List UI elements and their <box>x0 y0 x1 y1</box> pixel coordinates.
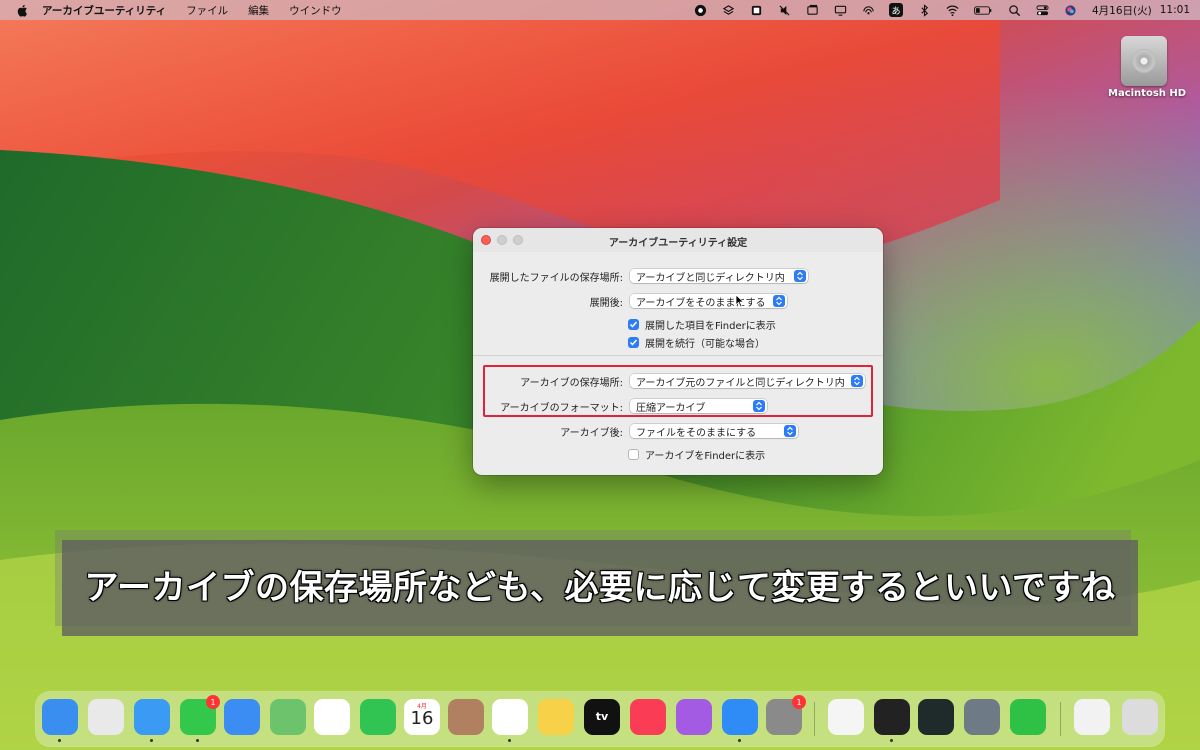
menubar-time[interactable]: 11:01 <box>1160 4 1190 16</box>
dock-contacts-icon[interactable] <box>448 699 484 735</box>
window-icon[interactable] <box>805 3 819 17</box>
dock-launchpad-icon[interactable] <box>88 699 124 735</box>
popup-stepper-icon <box>784 425 796 437</box>
after-expand-value: アーカイブをそのままにする <box>636 297 766 309</box>
mute-icon[interactable] <box>777 3 791 17</box>
running-indicator <box>508 739 511 742</box>
dock-activity-monitor-icon[interactable] <box>918 699 954 735</box>
running-indicator <box>58 739 61 742</box>
checkbox-checked-icon <box>628 319 639 330</box>
show-expanded-checkbox[interactable]: 展開した項目をFinderに表示 <box>628 317 776 332</box>
archive-location-value: アーカイブ元のファイルと同じディレクトリ内 <box>636 377 845 389</box>
popup-stepper-icon <box>851 375 863 387</box>
after-archive-popup[interactable]: ファイルをそのままにする <box>630 424 798 438</box>
after-expand-popup[interactable]: アーカイブをそのままにする <box>630 294 787 308</box>
show-archive-checkbox[interactable]: アーカイブをFinderに表示 <box>628 447 765 462</box>
dock-maps-icon[interactable] <box>270 699 306 735</box>
contacts-icon[interactable] <box>749 3 763 17</box>
after-archive-label: アーカイブ後: <box>560 428 623 439</box>
dock: 1 4月 16 tv 1 <box>36 692 1164 746</box>
archive-format-label: アーカイブのフォーマット: <box>500 403 623 414</box>
battery-icon[interactable] <box>973 3 993 17</box>
dock-mail-icon[interactable] <box>224 699 260 735</box>
dock-finder-icon[interactable] <box>42 699 78 735</box>
calendar-day: 16 <box>410 708 434 729</box>
archive-format-value: 圧縮アーカイブ <box>636 402 706 414</box>
app-menu[interactable]: アーカイブユーティリティ <box>42 3 166 18</box>
dock-messages-icon[interactable]: 1 <box>180 695 220 735</box>
menu-bar: アーカイブユーティリティ ファイル 編集 ウインドウ あ 4月16日(火) 11… <box>0 0 1200 20</box>
dock-document-icon[interactable] <box>1074 699 1110 735</box>
dock-textedit-icon[interactable] <box>828 699 864 735</box>
menu-file[interactable]: ファイル <box>186 3 228 18</box>
menubar-date[interactable]: 4月16日(火) <box>1092 3 1152 18</box>
record-icon[interactable] <box>693 3 707 17</box>
notification-badge: 1 <box>792 695 806 709</box>
running-indicator <box>738 739 741 742</box>
dock-podcasts-icon[interactable] <box>676 699 712 735</box>
dock-system-settings-icon[interactable]: 1 <box>766 695 806 735</box>
window-title: アーカイブユーティリティ設定 <box>608 238 748 249</box>
dock-facetime-icon[interactable] <box>360 699 396 735</box>
dock-separator <box>814 702 815 736</box>
display-icon[interactable] <box>833 3 847 17</box>
disk-label: Macintosh HD <box>1108 88 1187 99</box>
menu-edit[interactable]: 編集 <box>248 3 269 18</box>
popup-stepper-icon <box>794 270 806 282</box>
popup-stepper-icon <box>753 400 765 412</box>
bluetooth-icon[interactable] <box>917 3 931 17</box>
menu-window[interactable]: ウインドウ <box>289 3 342 18</box>
control-center-icon[interactable] <box>1035 3 1049 17</box>
dock-app-store-icon[interactable] <box>722 699 758 735</box>
after-archive-value: ファイルをそのままにする <box>636 427 757 439</box>
expand-location-label: 展開したファイルの保存場所: <box>489 273 623 284</box>
dock-battery-app-icon[interactable] <box>1010 699 1046 735</box>
dock-reminders-icon[interactable] <box>492 699 528 735</box>
checkbox-unchecked-icon <box>628 449 639 460</box>
keep-expanding-checkbox[interactable]: 展開を続行（可能な場合） <box>628 335 765 350</box>
siri-icon[interactable] <box>1063 3 1077 17</box>
dock-music-icon[interactable] <box>630 699 666 735</box>
checkbox-checked-icon <box>628 337 639 348</box>
dock-separator <box>1060 702 1061 736</box>
popup-stepper-icon <box>773 295 785 307</box>
mouse-cursor-icon <box>735 294 745 308</box>
section-divider <box>473 355 883 356</box>
macintosh-hd-disk[interactable]: Macintosh HD <box>1108 36 1187 99</box>
window-titlebar[interactable]: アーカイブユーティリティ設定 <box>473 228 883 252</box>
show-archive-label: アーカイブをFinderに表示 <box>645 451 766 462</box>
dock-terminal-icon[interactable] <box>874 699 910 735</box>
archive-utility-settings-window: アーカイブユーティリティ設定 展開したファイルの保存場所: アーカイブと同じディ… <box>473 228 883 475</box>
keep-expanding-label: 展開を続行（可能な場合） <box>645 339 765 350</box>
dock-script-editor-icon[interactable] <box>964 699 1000 735</box>
running-indicator <box>196 739 199 742</box>
archive-location-label: アーカイブの保存場所: <box>520 378 623 389</box>
dock-calendar-icon[interactable]: 4月 16 <box>404 699 440 735</box>
expand-location-value: アーカイブと同じディレクトリ内 <box>636 272 785 284</box>
after-expand-label: 展開後: <box>589 298 623 309</box>
running-indicator <box>150 739 153 742</box>
archive-format-popup[interactable]: 圧縮アーカイブ <box>630 399 767 413</box>
notification-badge: 1 <box>206 695 220 709</box>
apple-menu-icon[interactable] <box>14 2 30 18</box>
hard-disk-icon <box>1121 36 1167 86</box>
dock-safari-icon[interactable] <box>134 699 170 735</box>
video-caption: アーカイブの保存場所なども、必要に応じて変更するといいですね <box>84 568 1116 608</box>
tv-label: tv <box>595 710 609 723</box>
wifi-icon[interactable] <box>945 3 959 17</box>
search-icon[interactable] <box>1007 3 1021 17</box>
archive-location-popup[interactable]: アーカイブ元のファイルと同じディレクトリ内 <box>630 374 865 388</box>
expand-location-popup[interactable]: アーカイブと同じディレクトリ内 <box>630 269 808 283</box>
running-indicator <box>890 739 893 742</box>
dock-tv-icon[interactable]: tv <box>584 699 620 735</box>
show-expanded-label: 展開した項目をFinderに表示 <box>645 321 776 332</box>
dock-photos-icon[interactable] <box>314 699 350 735</box>
ime-icon[interactable]: あ <box>889 3 903 17</box>
airdrop-icon[interactable] <box>861 3 875 17</box>
dock-trash-icon[interactable] <box>1122 699 1158 735</box>
dock-notes-icon[interactable] <box>538 699 574 735</box>
layers-icon[interactable] <box>721 3 735 17</box>
